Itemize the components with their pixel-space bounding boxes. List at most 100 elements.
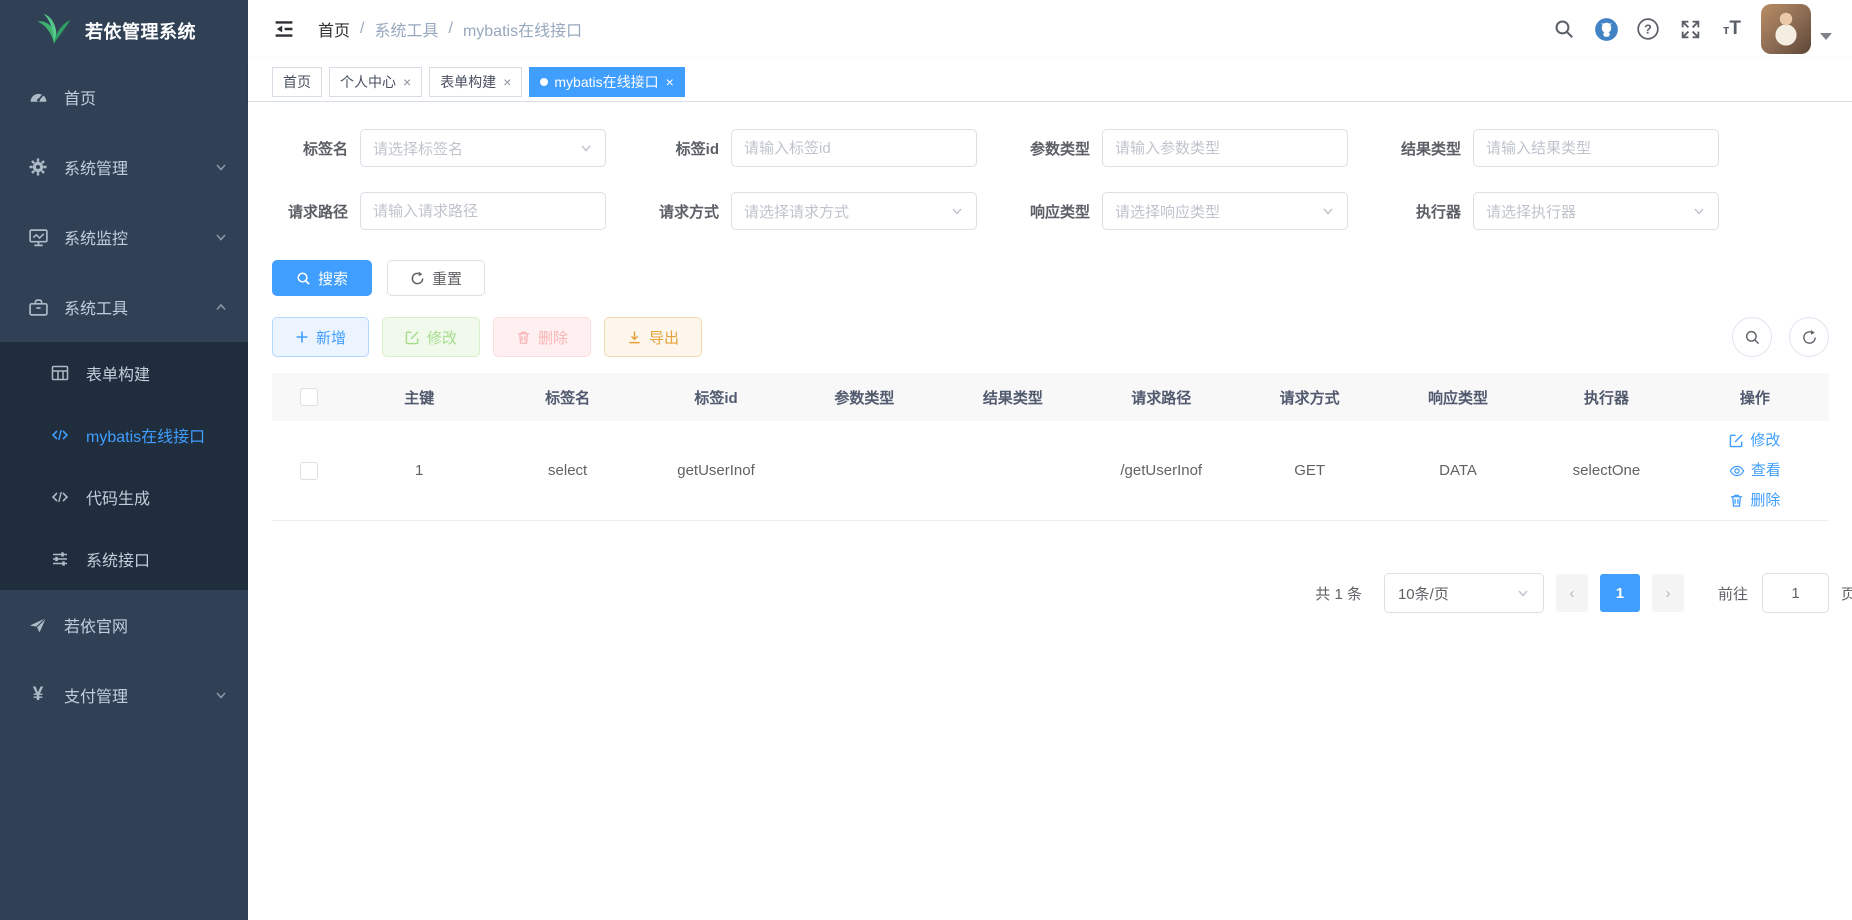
sidebar-item-form-builder[interactable]: 表单构建 [0,342,248,404]
column-header: 主键 [345,387,493,408]
sidebar-item-mybatis-online-api[interactable]: mybatis在线接口 [0,404,248,466]
delete-button[interactable]: 删除 [493,317,591,357]
sidebar-item-home[interactable]: 首页 [0,62,248,132]
param-type-input[interactable] [1115,140,1335,157]
fullscreen-icon[interactable] [1669,18,1711,41]
main-area: 首页 / 系统工具 / mybatis在线接口 ? тT [248,0,1852,920]
tab-form-builder[interactable]: 表单构建 × [429,67,522,97]
form-item-tag-id: 标签id [643,129,1014,167]
breadcrumb-separator: / [360,20,364,38]
row-edit-link[interactable]: 修改 [1729,426,1780,456]
page-size-select[interactable]: 10条/页 [1384,573,1544,613]
form-item-response-type: 响应类型 请选择响应类型 [1014,192,1385,230]
close-icon[interactable]: × [403,74,411,90]
code-icon [48,425,72,445]
chevron-down-icon [1321,204,1335,218]
code-icon [48,487,72,507]
sidebar-item-payment-manage[interactable]: ¥ 支付管理 [0,660,248,730]
form-item-request-path: 请求路径 [272,192,643,230]
app-logo[interactable]: 若依管理系统 [0,0,248,62]
sidebar-item-system-manage[interactable]: 系统管理 [0,132,248,202]
prev-page-button[interactable]: ‹ [1556,574,1588,612]
tags-view-bar: 首页 个人中心 × 表单构建 × mybatis在线接口 × [248,58,1852,102]
navbar-actions: ? тT [1543,4,1832,54]
form-item-executor: 执行器 请选择执行器 [1385,192,1756,230]
edit-icon [1729,433,1744,448]
page-content: 标签名 请选择标签名 标签id 参数类型 结果类型 [248,102,1852,920]
cell-tag-name: select [493,462,641,479]
sidebar-item-code-generation[interactable]: 代码生成 [0,466,248,528]
page-number-1[interactable]: 1 [1600,574,1640,612]
search-button[interactable]: 搜索 [272,260,372,296]
avatar[interactable] [1761,4,1811,54]
app-title: 若依管理系统 [85,18,196,44]
breadcrumb-home[interactable]: 首页 [318,17,350,41]
chevron-down-icon [1692,204,1706,218]
sidebar-item-system-monitor[interactable]: 系统监控 [0,202,248,272]
sidebar-item-label: 代码生成 [86,485,150,509]
sidebar-item-system-api[interactable]: 系统接口 [0,528,248,590]
executor-select[interactable]: 请选择执行器 [1473,192,1719,230]
edit-button[interactable]: 修改 [382,317,480,357]
row-checkbox[interactable] [300,462,318,480]
result-type-input[interactable] [1486,140,1706,157]
column-header: 标签id [642,387,790,408]
select-all-checkbox[interactable] [300,388,318,406]
sidebar-item-label: 系统管理 [64,155,128,179]
caret-down-icon [1820,33,1832,40]
next-page-button[interactable]: › [1652,574,1684,612]
pagination: 共 1 条 10条/页 ‹ 1 › 前往 页 [272,573,1829,613]
goto-page-input[interactable] [1762,573,1829,613]
table-header-row: 主键 标签名 标签id 参数类型 结果类型 请求路径 请求方式 响应类型 执行器… [272,373,1829,421]
app-root: 若依管理系统 首页 系统管理 [0,0,1852,920]
sidebar-fold-icon[interactable] [272,17,296,41]
tab-home[interactable]: 首页 [272,67,322,97]
close-icon[interactable]: × [503,74,511,90]
goto-label: 前往 [1718,583,1748,604]
svg-text:?: ? [1644,23,1652,37]
cell-executor: selectOne [1532,462,1680,479]
show-search-toggle-icon[interactable] [1732,317,1772,357]
request-path-input[interactable] [373,203,593,220]
form-item-param-type: 参数类型 [1014,129,1385,167]
font-size-icon[interactable]: тT [1711,18,1753,40]
breadcrumb: 首页 / 系统工具 / mybatis在线接口 [318,17,582,41]
export-button[interactable]: 导出 [604,317,702,357]
row-delete-link[interactable]: 删除 [1729,486,1780,516]
form-item-request-method: 请求方式 请选择请求方式 [643,192,1014,230]
chevron-down-icon [950,204,964,218]
github-icon[interactable] [1585,17,1627,42]
toolbar-right [1715,317,1829,357]
table-toolbar: 新增 修改 删除 导出 [272,317,1829,357]
close-icon[interactable]: × [666,74,674,90]
tag-name-select[interactable]: 请选择标签名 [360,129,606,167]
reset-button[interactable]: 重置 [387,260,485,296]
data-table: 主键 标签名 标签id 参数类型 结果类型 请求路径 请求方式 响应类型 执行器… [272,373,1829,521]
tag-id-input[interactable] [744,140,964,157]
column-header: 参数类型 [790,387,938,408]
gear-icon [26,157,50,177]
add-button[interactable]: 新增 [272,317,369,357]
response-type-select[interactable]: 请选择响应类型 [1102,192,1348,230]
user-menu[interactable] [1761,4,1832,54]
search-form-row-2: 请求路径 请求方式 请选择请求方式 响应类型 请选择响应类型 [272,192,1829,230]
page-unit-label: 页 [1841,583,1852,604]
sidebar-item-label: mybatis在线接口 [86,423,205,447]
chevron-down-icon [579,141,593,155]
trash-icon [1729,493,1744,508]
row-view-link[interactable]: 查看 [1729,456,1781,486]
sidebar-menu: 首页 系统管理 系统监控 [0,62,248,730]
sidebar-item-ruoyi-website[interactable]: 若依官网 [0,590,248,660]
search-icon[interactable] [1543,18,1585,40]
request-method-select[interactable]: 请选择请求方式 [731,192,977,230]
monitor-icon [26,227,50,248]
breadcrumb-separator: / [448,20,452,38]
tab-mybatis-online-api[interactable]: mybatis在线接口 × [529,67,684,97]
sidebar-item-label: 系统工具 [64,295,128,319]
sidebar-item-system-tools[interactable]: 系统工具 [0,272,248,342]
column-header: 请求方式 [1235,387,1383,408]
refresh-icon[interactable] [1789,317,1829,357]
question-icon[interactable]: ? [1627,17,1669,41]
tab-profile[interactable]: 个人中心 × [329,67,422,97]
toolbox-icon [26,297,50,318]
